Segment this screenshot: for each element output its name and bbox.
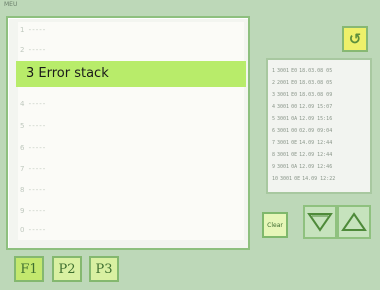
corner-tag: MEU [4,1,18,8]
menu-item-7[interactable]: 7 ----- [20,161,46,177]
log-row: 2 2001 E0 18.03.08 05 [272,80,333,86]
log-row: 9 3001 0A 12.09 12:46 [272,164,333,170]
back-button[interactable]: ↺ [342,26,368,52]
triangle-up-icon [341,212,367,231]
tab-p2[interactable]: P2 [52,256,82,282]
menu-item-9[interactable]: 9 ----- [20,203,46,219]
scroll-up-button[interactable] [337,205,371,239]
triangle-down-icon [307,213,333,232]
log-row: 4 3001 00 12.09 15:07 [272,104,333,110]
menu-item-4[interactable]: 4 ----- [20,96,46,112]
menu-item-0[interactable]: 0 ----- [20,222,46,238]
menu-item-2[interactable]: 2 ----- [20,42,46,58]
tab-p3[interactable]: P3 [89,256,119,282]
log-row: 7 3001 0E 14.09 12:44 [272,140,333,146]
log-row: 5 3001 0A 12.09 15:16 [272,116,333,122]
tab-f1[interactable]: F1 [14,256,44,282]
menu-item-8[interactable]: 8 ----- [20,182,46,198]
error-stack-screen: MEU 1 ----- 2 ----- 3 Error stack 4 ----… [0,0,380,290]
menu-item-6[interactable]: 6 ----- [20,140,46,156]
log-row: 10 3001 0E 14.09 12:22 [272,176,336,182]
clear-button[interactable]: Clear [262,212,288,238]
menu-item-5[interactable]: 5 ----- [20,118,46,134]
log-row: 3 3001 E0 18.03.08 09 [272,92,333,98]
menu-list [18,22,244,240]
menu-item-error-stack[interactable]: 3 Error stack [16,61,246,87]
menu-item-1[interactable]: 1 ----- [20,22,46,38]
scroll-down-button[interactable] [303,205,337,239]
return-arrow-icon: ↺ [348,30,362,48]
log-row: 1 3001 E0 18.03.08 05 [272,68,333,74]
error-log-panel: 1 3001 E0 18.03.08 05 2 2001 E0 18.03.08 05 33… [266,58,372,194]
log-row: 8 3001 0E 12.09 12:44 [272,152,333,158]
log-row: 6 3001 00 02.09 09:04 [272,128,333,134]
